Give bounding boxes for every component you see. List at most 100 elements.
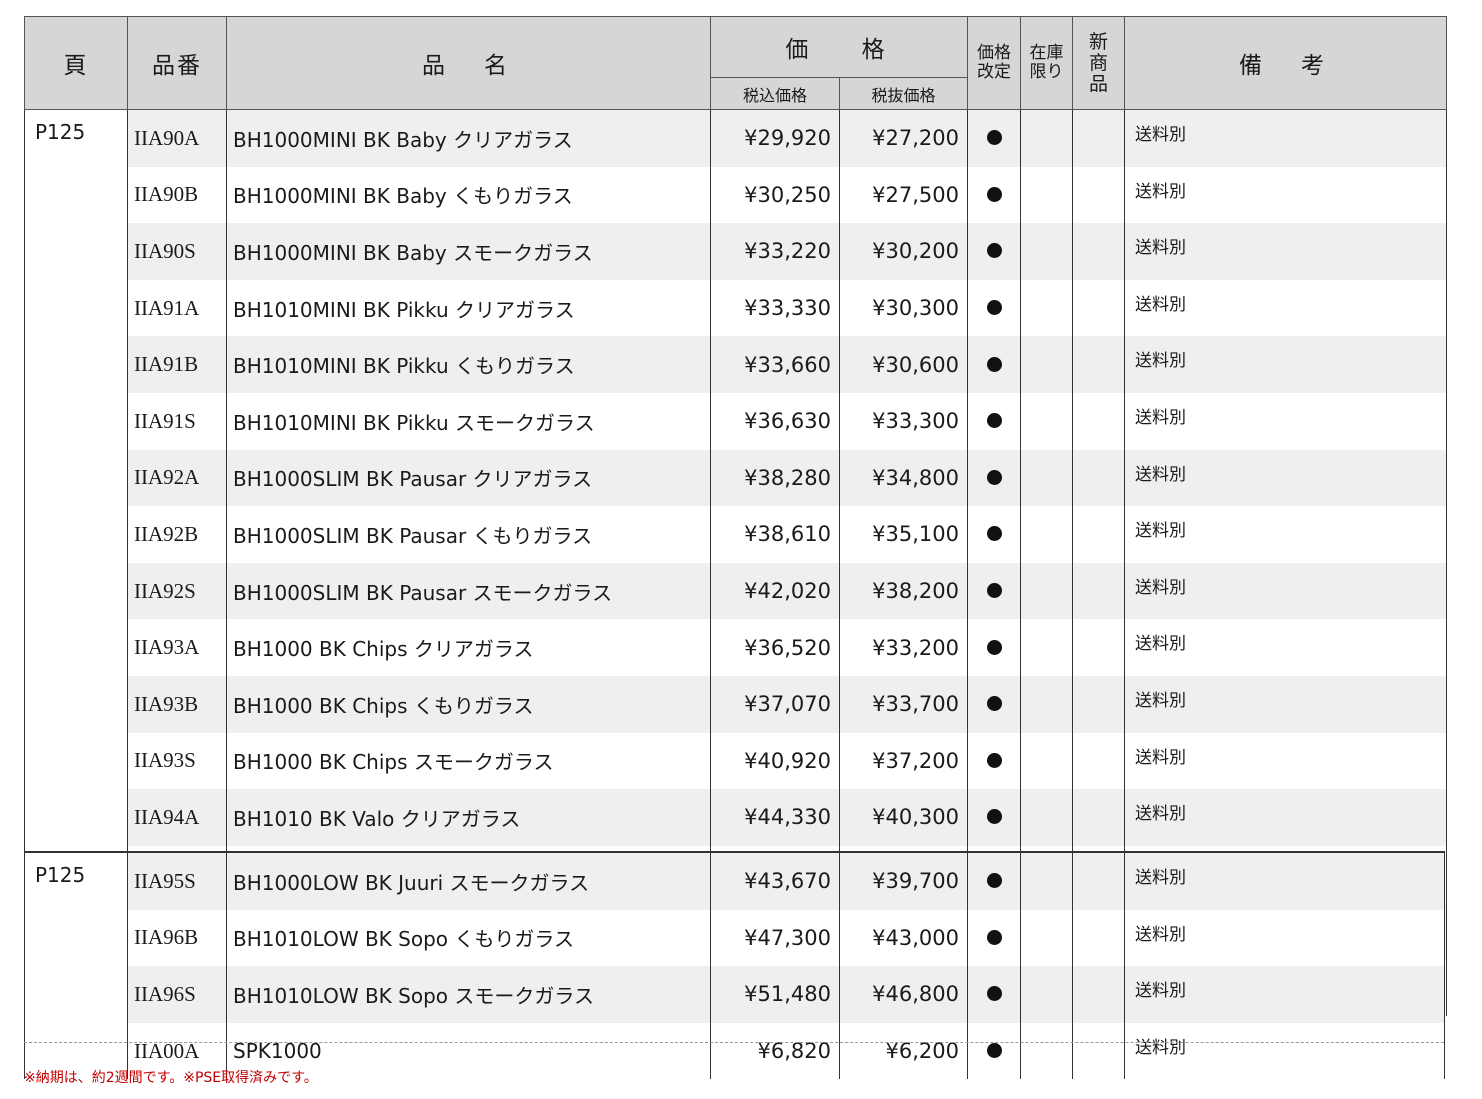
price-incl-cell: ¥51,480	[710, 966, 840, 1023]
remarks-cell: 送料別	[1124, 506, 1447, 563]
header-revised: 価格改定	[967, 16, 1021, 110]
revised-mark-cell	[967, 279, 1021, 337]
price-excl-cell: ¥30,600	[839, 336, 968, 393]
table-row: IIA90S BH1000MINI BK Baby スモークガラス ¥33,220 ¥…	[25, 223, 1447, 280]
filled-circle-icon	[986, 526, 1002, 542]
price-incl-cell: ¥29,920	[710, 110, 840, 167]
header-code: 品番	[127, 16, 227, 110]
stock-only-cell	[1020, 110, 1073, 167]
product-name-cell: BH1000LOW BK Juuri スモークガラス	[226, 852, 711, 910]
revised-mark-cell	[967, 789, 1021, 846]
table-row: IIA96B BH1010LOW BK Sopo くもりガラス ¥47,300 ¥43…	[25, 909, 1445, 967]
price-incl-cell: ¥38,280	[710, 449, 840, 507]
page-cell: P125	[24, 852, 128, 1080]
table-bottom-divider	[24, 1042, 1444, 1043]
price-excl-cell: ¥39,700	[839, 852, 968, 910]
new-item-cell	[1072, 449, 1125, 507]
revised-mark-cell	[967, 1022, 1021, 1080]
remarks-cell: 送料別	[1124, 852, 1445, 910]
table-row: IIA93A BH1000 BK Chips クリアガラス ¥36,520 ¥33,2…	[25, 619, 1447, 676]
filled-circle-icon	[986, 986, 1002, 1002]
price-incl-cell: ¥44,330	[710, 789, 840, 846]
new-item-cell	[1072, 852, 1125, 910]
product-code-cell: IIA94A	[127, 789, 227, 846]
table-row: IIA92A BH1000SLIM BK Pausar クリアガラス ¥38,280…	[25, 449, 1447, 507]
price-excl-cell: ¥6,200	[839, 1022, 968, 1080]
product-name-cell: BH1010MINI BK Pikku スモークガラス	[226, 392, 711, 450]
table-row: P125 IIA90A BH1000MINI BK Baby クリアガラス ¥29,9…	[24, 110, 1447, 1016]
price-incl-cell: ¥42,020	[710, 562, 840, 620]
remarks-cell: 送料別	[1124, 223, 1447, 280]
product-name-cell: BH1000 BK Chips くもりガラス	[226, 675, 711, 733]
stock-only-cell	[1020, 852, 1073, 910]
new-item-cell	[1072, 223, 1125, 280]
stock-only-cell	[1020, 223, 1073, 280]
remarks-cell: 送料別	[1124, 966, 1445, 1023]
filled-circle-icon	[986, 243, 1002, 259]
remarks-cell: 送料別	[1124, 336, 1447, 393]
new-item-cell	[1072, 619, 1125, 676]
product-name-cell: BH1000 BK Chips クリアガラス	[226, 619, 711, 676]
new-item-cell	[1072, 110, 1125, 167]
revised-mark-cell	[967, 852, 1021, 910]
remarks-cell: 送料別	[1124, 562, 1447, 620]
price-incl-cell: ¥40,920	[710, 732, 840, 790]
price-excl-cell: ¥35,100	[839, 506, 968, 563]
new-item-cell	[1072, 1022, 1125, 1080]
header-remarks: 備 考	[1124, 16, 1447, 110]
table-row: IIA92B BH1000SLIM BK Pausar くもりガラス ¥38,610…	[25, 506, 1447, 563]
table-row: IIA90B BH1000MINI BK Baby くもりガラス ¥30,250 ¥2…	[25, 166, 1447, 224]
price-incl-cell: ¥43,670	[710, 852, 840, 910]
product-code-cell: IIA93B	[127, 675, 227, 733]
price-excl-cell: ¥40,300	[839, 789, 968, 846]
revised-mark-cell	[967, 506, 1021, 563]
filled-circle-icon	[986, 696, 1002, 712]
table-row: IIA96S BH1010LOW BK Sopo スモークガラス ¥51,480 ¥4…	[25, 966, 1445, 1023]
product-name-cell: BH1010LOW BK Sopo くもりガラス	[226, 909, 711, 967]
remarks-cell: 送料別	[1124, 732, 1447, 790]
table-row: IIA93S BH1000 BK Chips スモークガラス ¥40,920 ¥37,…	[25, 732, 1447, 790]
remarks-cell: 送料別	[1124, 789, 1447, 846]
product-name-cell: BH1010 BK Valo クリアガラス	[226, 789, 711, 846]
price-excl-cell: ¥43,000	[839, 909, 968, 967]
product-code-cell: IIA96B	[127, 909, 227, 967]
filled-circle-icon	[986, 583, 1002, 599]
revised-mark-cell	[967, 392, 1021, 450]
remarks-cell: 送料別	[1124, 909, 1445, 967]
revised-mark-cell	[967, 449, 1021, 507]
stock-only-cell	[1020, 279, 1073, 337]
stock-only-cell	[1020, 966, 1073, 1023]
stock-only-cell	[1020, 909, 1073, 967]
price-incl-cell: ¥47,300	[710, 909, 840, 967]
new-item-cell	[1072, 675, 1125, 733]
price-incl-cell: ¥6,820	[710, 1022, 840, 1080]
product-code-cell: IIA93S	[127, 732, 227, 790]
new-item-cell	[1072, 909, 1125, 967]
price-excl-cell: ¥34,800	[839, 449, 968, 507]
stock-only-cell	[1020, 166, 1073, 224]
new-item-cell	[1072, 966, 1125, 1023]
product-name-cell: BH1000SLIM BK Pausar スモークガラス	[226, 562, 711, 620]
product-name-cell: BH1010MINI BK Pikku くもりガラス	[226, 336, 711, 393]
filled-circle-icon	[986, 186, 1002, 202]
remarks-cell: 送料別	[1124, 675, 1447, 733]
product-code-cell: IIA92B	[127, 506, 227, 563]
filled-circle-icon	[986, 469, 1002, 485]
new-item-cell	[1072, 789, 1125, 846]
revised-mark-cell	[967, 110, 1021, 167]
price-excl-cell: ¥33,700	[839, 675, 968, 733]
price-excl-cell: ¥33,300	[839, 392, 968, 450]
table-row: IIA91S BH1010MINI BK Pikku スモークガラス ¥36,630…	[25, 392, 1447, 450]
header-new-item: 新商品	[1072, 16, 1125, 110]
revised-mark-cell	[967, 732, 1021, 790]
new-item-cell	[1072, 392, 1125, 450]
price-excl-cell: ¥33,200	[839, 619, 968, 676]
price-incl-cell: ¥33,330	[710, 279, 840, 337]
product-name-cell: BH1000MINI BK Baby クリアガラス	[226, 110, 711, 167]
price-incl-cell: ¥36,630	[710, 392, 840, 450]
price-incl-cell: ¥33,220	[710, 223, 840, 280]
table-row: IIA91A BH1010MINI BK Pikku クリアガラス ¥33,330 ¥…	[25, 279, 1447, 337]
product-name-cell: BH1000 BK Chips スモークガラス	[226, 732, 711, 790]
product-code-cell: IIA92A	[127, 449, 227, 507]
price-table-section-b: P125 IIA95S BH1000LOW BK Juuri スモークガラス ¥43,…	[24, 851, 1445, 1080]
